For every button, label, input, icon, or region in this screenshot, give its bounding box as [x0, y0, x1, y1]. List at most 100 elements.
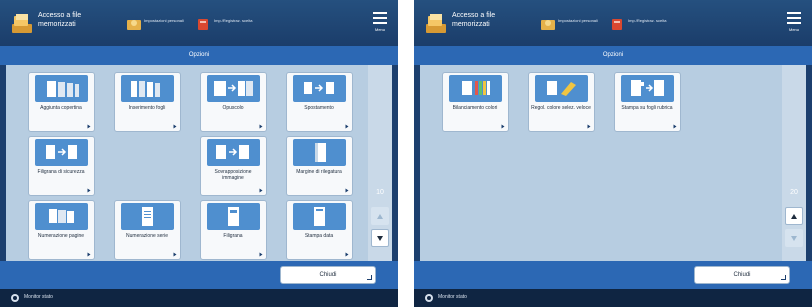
option-label: Margine di rilegatura — [296, 169, 342, 175]
print-on-tabs-icon — [621, 75, 674, 102]
page-indicator: 20 — [790, 189, 798, 196]
top-bar: Accesso a file memorizzati Impostazioni … — [414, 0, 812, 46]
status-monitor-label[interactable]: Monitor stato — [24, 294, 53, 300]
options-panel-page-2: Accesso a file memorizzati Impostazioni … — [414, 0, 812, 307]
option-set-numbering[interactable]: Numerazione serie — [114, 200, 181, 260]
status-monitor-icon[interactable] — [10, 293, 20, 303]
scroll-column: 20 — [782, 65, 806, 261]
option-label: Stampa su fogli rubrica — [621, 105, 673, 111]
option-label: Numerazione serie — [126, 233, 168, 239]
scroll-down-button[interactable] — [371, 229, 389, 247]
option-image-overlay[interactable]: Sovrapposizione immagine — [200, 136, 267, 196]
expand-arrow-icon — [587, 124, 591, 129]
option-one-touch-color[interactable]: Regol. colore selez. veloce — [528, 72, 595, 132]
scroll-down-button[interactable] — [785, 229, 803, 247]
status-monitor-icon[interactable] — [424, 293, 434, 303]
option-insert-sheets[interactable]: Inserimento fogli — [114, 72, 181, 132]
add-cover-icon — [35, 75, 88, 102]
options-panel-page-1: Accesso a file memorizzati Impostazioni … — [0, 0, 398, 307]
shortcut-personal-settings-label: Impostazioni personali — [144, 18, 184, 23]
option-shift[interactable]: Spostamento — [286, 72, 353, 132]
menu-button[interactable]: Menu — [370, 10, 390, 36]
expand-arrow-icon — [87, 124, 91, 129]
shortcut-personal-settings[interactable]: Impostazioni personali — [540, 16, 606, 34]
option-label: Sovrapposizione immagine — [214, 169, 252, 181]
expand-arrow-icon — [173, 124, 177, 129]
personal-settings-icon — [127, 20, 141, 30]
arrow-up-icon — [377, 213, 383, 219]
top-title: Accesso a file memorizzati — [38, 12, 82, 28]
shortcut-register-label: Imp./Registraz. scelta — [628, 18, 667, 23]
color-balance-icon — [449, 75, 502, 102]
menu-label: Menu — [374, 27, 385, 32]
page-numbering-icon — [35, 203, 88, 230]
booklet-icon — [207, 75, 260, 102]
option-page-numbering[interactable]: Numerazione pagine — [28, 200, 95, 260]
menu-button[interactable]: Menu — [784, 10, 804, 36]
page-title: Opzioni — [414, 46, 812, 65]
shortcut-register[interactable]: Imp./Registraz. scelta — [610, 16, 676, 34]
security-watermark-icon — [35, 139, 88, 166]
option-label: Numerazione pagine — [37, 233, 85, 239]
close-bar: Chiudi — [0, 261, 398, 289]
set-numbering-icon — [121, 203, 174, 230]
option-watermark[interactable]: Filigrana — [200, 200, 267, 260]
option-label: Bilanciamento colori — [452, 105, 498, 111]
option-label: Opuscolo — [222, 105, 244, 111]
page-indicator: 10 — [376, 189, 384, 196]
option-label: Filigrana — [223, 233, 243, 239]
expand-arrow-icon — [345, 188, 349, 193]
stored-files-icon[interactable] — [10, 11, 34, 35]
one-touch-color-icon — [535, 75, 588, 102]
expand-arrow-icon — [501, 124, 505, 129]
scroll-up-button[interactable] — [371, 207, 389, 225]
shortcut-register[interactable]: Imp./Registraz. scelta — [196, 16, 262, 34]
expand-arrow-icon — [345, 124, 349, 129]
image-overlay-icon — [207, 139, 260, 166]
close-bar: Chiudi — [414, 261, 812, 289]
options-content: Bilanciamento colori Regol. colore selez… — [420, 65, 806, 261]
stored-files-icon[interactable] — [424, 11, 448, 35]
personal-settings-icon — [541, 20, 555, 30]
register-icon — [612, 19, 622, 30]
status-bar: Monitor stato — [414, 289, 812, 307]
expand-arrow-icon — [173, 252, 177, 257]
arrow-down-icon — [377, 235, 383, 241]
close-button-label: Chiudi — [319, 272, 337, 278]
corner-mark-icon — [781, 275, 786, 280]
gutter-icon — [293, 139, 346, 166]
register-icon — [198, 19, 208, 30]
close-button-label: Chiudi — [733, 272, 751, 278]
option-add-cover[interactable]: Aggiunta copertina — [28, 72, 95, 132]
option-booklet[interactable]: Opuscolo — [200, 72, 267, 132]
expand-arrow-icon — [87, 188, 91, 193]
close-button[interactable]: Chiudi — [694, 266, 790, 284]
shortcut-personal-settings[interactable]: Impostazioni personali — [126, 16, 192, 34]
option-print-date[interactable]: Stampa data — [286, 200, 353, 260]
options-grid: Aggiunta copertina Inserimento fogli Opu… — [6, 65, 368, 261]
expand-arrow-icon — [345, 252, 349, 257]
option-gutter[interactable]: Margine di rilegatura — [286, 136, 353, 196]
insert-sheets-icon — [121, 75, 174, 102]
status-monitor-label[interactable]: Monitor stato — [438, 294, 467, 300]
corner-mark-icon — [367, 275, 372, 280]
option-label: Stampa data — [304, 233, 334, 239]
page-title: Opzioni — [0, 46, 398, 65]
scroll-column: 10 — [368, 65, 392, 261]
top-title: Accesso a file memorizzati — [452, 12, 496, 28]
close-button[interactable]: Chiudi — [280, 266, 376, 284]
arrow-down-icon — [791, 235, 797, 241]
option-print-on-tabs[interactable]: Stampa su fogli rubrica — [614, 72, 681, 132]
option-security-watermark[interactable]: Filigrana di sicurezza — [28, 136, 95, 196]
scroll-up-button[interactable] — [785, 207, 803, 225]
option-color-balance[interactable]: Bilanciamento colori — [442, 72, 509, 132]
hamburger-icon — [787, 12, 801, 24]
status-bar: Monitor stato — [0, 289, 398, 307]
shortcut-register-label: Imp./Registraz. scelta — [214, 18, 253, 23]
watermark-icon — [207, 203, 260, 230]
option-label: Spostamento — [304, 105, 334, 111]
expand-arrow-icon — [259, 188, 263, 193]
menu-label: Menu — [788, 27, 799, 32]
arrow-up-icon — [791, 213, 797, 219]
hamburger-icon — [373, 12, 387, 24]
